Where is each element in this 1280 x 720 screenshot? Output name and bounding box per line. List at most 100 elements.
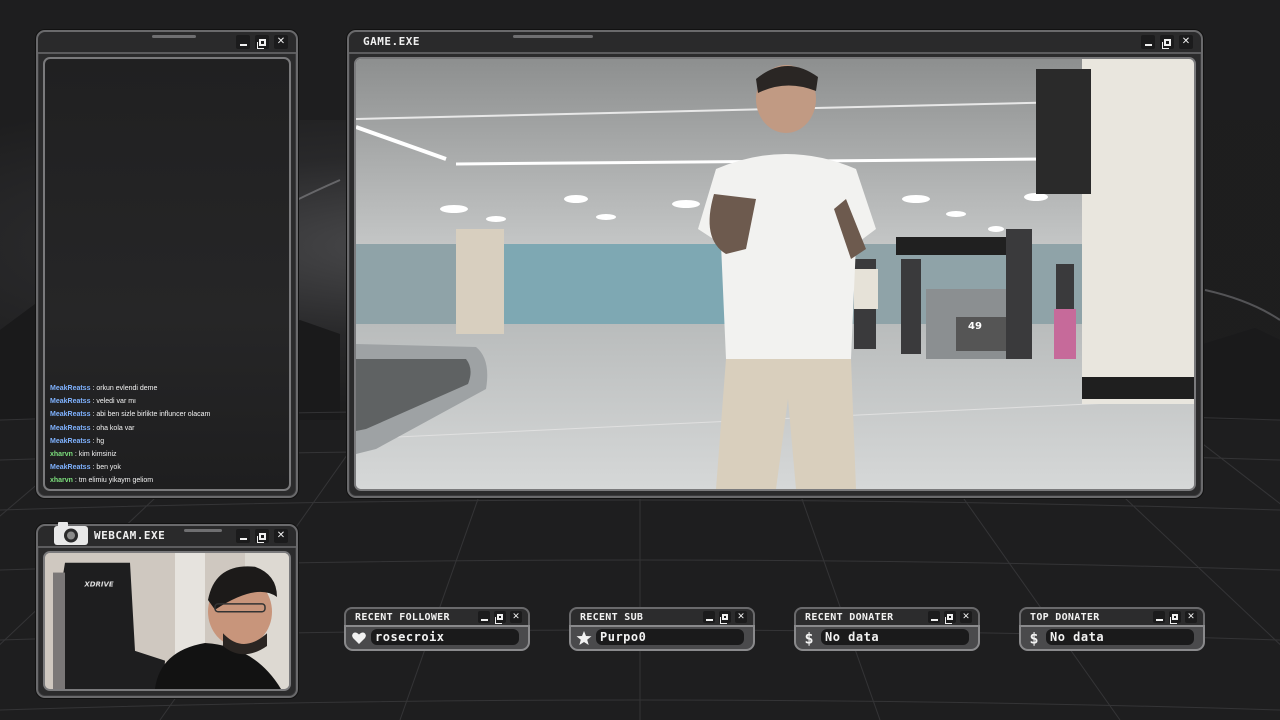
maximize-button[interactable] <box>494 611 506 624</box>
maximize-button[interactable] <box>719 611 731 624</box>
close-icon: ✕ <box>276 36 286 47</box>
close-icon: ✕ <box>962 611 970 622</box>
chat-username[interactable]: MeakReatss <box>50 398 90 405</box>
chat-text: tm elimiu yikaym geliom <box>78 476 154 484</box>
star-icon <box>576 631 592 645</box>
close-icon: ✕ <box>276 530 286 541</box>
recent-follower-value: rosecroix <box>375 630 445 644</box>
maximize-button[interactable] <box>255 35 269 49</box>
chat-message: MeakReatss : veledi var mı <box>50 395 285 408</box>
titlebar-grip[interactable] <box>513 35 593 38</box>
chat-message: MeakReatss : abi ben sizle birlikte infl… <box>50 408 285 421</box>
game-window-titlebar[interactable]: GAME.EXE ✕ <box>349 32 1201 54</box>
close-button[interactable]: ✕ <box>274 35 288 49</box>
maximize-button[interactable] <box>1160 35 1174 49</box>
chat-text: orkun evlendi deme <box>96 385 158 393</box>
minimize-icon <box>239 43 247 46</box>
minimize-icon <box>930 618 938 621</box>
chat-username[interactable]: MeakReatss <box>50 411 90 418</box>
chat-username[interactable]: xharvn <box>50 477 73 484</box>
chair-brand-label: XDRIVE <box>83 580 114 588</box>
heart-icon <box>352 632 366 644</box>
chat-message: xharvn : tm elimiu yikaym geliom <box>50 474 285 487</box>
widget-title: TOP DONATER <box>1030 612 1100 623</box>
close-icon: ✕ <box>1181 36 1191 47</box>
chat-message: xharvn : kim kimsiniz <box>50 448 285 461</box>
window-title: GAME.EXE <box>363 35 420 48</box>
close-button[interactable]: ✕ <box>274 529 288 543</box>
chat-username[interactable]: MeakReatss <box>50 438 90 445</box>
minimize-icon <box>705 618 713 621</box>
maximize-button[interactable] <box>944 611 956 624</box>
widget-value-box: rosecroix <box>371 629 519 645</box>
svg-text:$: $ <box>1029 630 1038 646</box>
camera-icon <box>54 522 88 545</box>
chat-username[interactable]: xharvn <box>50 451 73 458</box>
widget-body: rosecroix <box>344 625 530 651</box>
airport-scene: 49 <box>356 59 1194 489</box>
close-button[interactable]: ✕ <box>510 611 522 623</box>
widget-titlebar[interactable]: TOP DONATER ✕ <box>1019 607 1205 627</box>
close-button[interactable]: ✕ <box>960 611 972 623</box>
chat-message: MeakReatss : orkun evlendi deme <box>50 382 285 395</box>
svg-text:$: $ <box>804 630 813 646</box>
game-window: GAME.EXE ✕ 49 <box>347 30 1203 498</box>
webcam-window-titlebar[interactable]: WEBCAM.EXE ✕ <box>38 522 296 548</box>
chat-text: veledi var mı <box>96 398 136 406</box>
maximize-button[interactable] <box>255 529 269 543</box>
minimize-icon <box>1144 43 1152 46</box>
widget-titlebar[interactable]: RECENT SUB ✕ <box>569 607 755 627</box>
widget-body: Purpo0 <box>569 625 755 651</box>
chat-window-titlebar[interactable]: ✕ <box>38 32 296 54</box>
chat-username[interactable]: MeakReatss <box>50 385 90 392</box>
widget-title: RECENT FOLLOWER <box>355 612 450 623</box>
chat-username[interactable]: MeakReatss <box>50 425 90 432</box>
close-icon: ✕ <box>737 611 745 622</box>
minimize-button[interactable] <box>1141 35 1155 49</box>
widget-value-box: No data <box>821 629 969 645</box>
widget-value-box: Purpo0 <box>596 629 744 645</box>
maximize-icon <box>720 614 728 624</box>
close-button[interactable]: ✕ <box>1185 611 1197 623</box>
minimize-button[interactable] <box>236 35 250 49</box>
recent-donater-value: No data <box>825 630 880 644</box>
chat-text: ben yok <box>96 463 121 471</box>
titlebar-grip[interactable] <box>152 35 196 38</box>
minimize-icon <box>239 537 247 540</box>
widget-titlebar[interactable]: RECENT DONATER ✕ <box>794 607 980 627</box>
minimize-button[interactable] <box>236 529 250 543</box>
top-donater-widget: TOP DONATER ✕ $ No data <box>1019 607 1205 651</box>
minimize-button[interactable] <box>478 611 490 623</box>
close-button[interactable]: ✕ <box>735 611 747 623</box>
chat-window: ✕ MeakReatss : orkun evlendi deme MeakRea… <box>36 30 298 498</box>
widget-body: $ No data <box>794 625 980 651</box>
chat-text: abi ben sizle birlikte influncer olacam <box>96 411 211 419</box>
maximize-icon <box>256 532 266 543</box>
chat-username[interactable]: MeakReatss <box>50 464 90 471</box>
widget-body: $ No data <box>1019 625 1205 651</box>
minimize-icon <box>480 618 488 621</box>
close-icon: ✕ <box>1187 611 1195 622</box>
minimize-button[interactable] <box>1153 611 1165 623</box>
chat-text: oha kola var <box>96 424 135 432</box>
recent-follower-widget: RECENT FOLLOWER ✕ rosecroix <box>344 607 530 651</box>
minimize-icon <box>1155 618 1163 621</box>
titlebar-grip[interactable] <box>184 529 222 532</box>
recent-sub-widget: RECENT SUB ✕ Purpo0 <box>569 607 755 651</box>
close-icon: ✕ <box>512 611 520 622</box>
maximize-icon <box>945 614 953 624</box>
game-view: 49 <box>354 57 1196 491</box>
maximize-button[interactable] <box>1169 611 1181 624</box>
chat-message: MeakReatss : ben yok <box>50 461 285 474</box>
top-donater-value: No data <box>1050 630 1105 644</box>
chat-message-list: MeakReatss : orkun evlendi deme MeakReats… <box>50 382 285 487</box>
close-button[interactable]: ✕ <box>1179 35 1193 49</box>
widget-titlebar[interactable]: RECENT FOLLOWER ✕ <box>344 607 530 627</box>
minimize-button[interactable] <box>928 611 940 623</box>
cart-sign-number: 49 <box>968 321 982 332</box>
webcam-window: WEBCAM.EXE ✕ XDRIVE <box>36 522 298 698</box>
dollar-icon: $ <box>1029 630 1038 646</box>
minimize-button[interactable] <box>703 611 715 623</box>
maximize-icon <box>1161 38 1171 49</box>
maximize-icon <box>256 38 266 49</box>
